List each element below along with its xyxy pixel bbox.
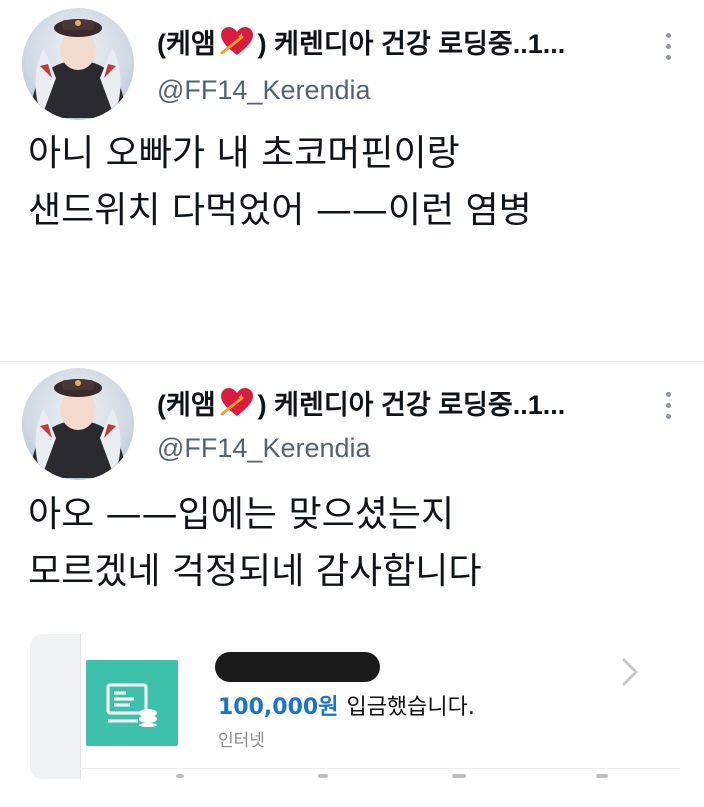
heart-arrow-icon — [220, 387, 253, 416]
avatar[interactable] — [22, 368, 134, 480]
display-name-prefix: (케앰 — [157, 390, 216, 420]
footer-mark — [452, 774, 466, 778]
more-options-icon[interactable] — [660, 392, 676, 419]
user-handle[interactable]: @FF14_Kerendia — [157, 433, 371, 464]
tweet-text-line: 모르겠네 걱정되네 감사합니다 — [28, 551, 482, 592]
deposit-source: 인터넷 — [218, 731, 265, 751]
redacted-sender — [215, 652, 380, 682]
avatar-illustration — [30, 379, 126, 478]
display-name-suffix: ) 케렌디아 건강 로딩중..1... — [257, 390, 566, 420]
deposit-message: 100,000원 입금했습니다. — [218, 689, 475, 721]
footer-mark — [596, 774, 608, 778]
display-name[interactable]: (케앰 ) 케렌디아 건강 로딩중..1... — [157, 383, 565, 422]
card-footer-bar — [80, 768, 680, 780]
footer-mark — [176, 774, 184, 778]
chevron-right-icon[interactable] — [618, 657, 642, 687]
deposit-text: 입금했습니다. — [346, 695, 475, 720]
tweet[interactable]: (케앰 ) 케렌디아 건강 로딩중..1... @FF14_Kerendia 아… — [0, 0, 704, 807]
footer-mark — [318, 774, 328, 778]
tweet-text-line: 아오 ——입에는 맞으셨는지 — [28, 494, 455, 535]
deposit-amount: 100,000원 — [218, 695, 339, 720]
tweet-text: 아오 ——입에는 맞으셨는지 모르겠네 걱정되네 감사합니다 — [28, 486, 481, 600]
deposit-icon — [86, 660, 178, 746]
